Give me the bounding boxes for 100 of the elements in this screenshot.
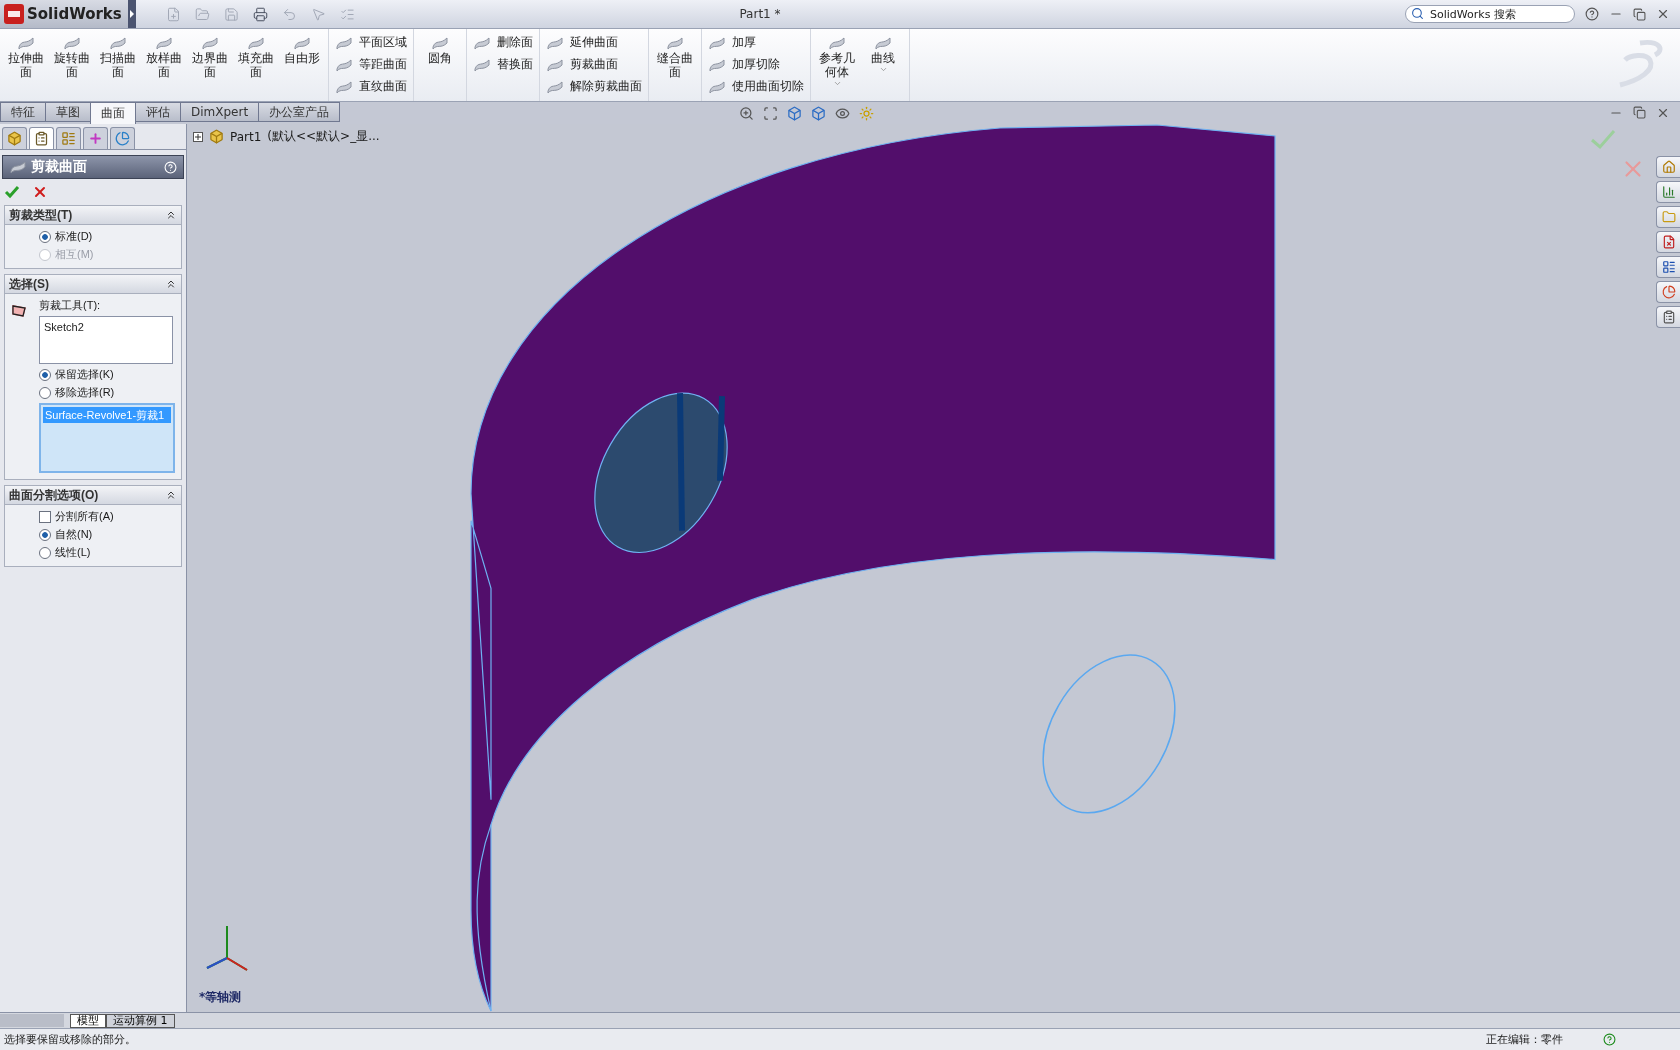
zoom-icon[interactable] <box>739 105 755 121</box>
section-title: 剪裁类型(T) <box>9 206 73 224</box>
list-entry[interactable]: Sketch2 <box>42 319 170 335</box>
caret-icon <box>832 79 842 88</box>
task-pane-tab[interactable] <box>1656 281 1680 303</box>
sheet-icon <box>335 56 353 73</box>
task-pane-tab[interactable] <box>1656 231 1680 253</box>
tool-button[interactable]: 参考几何体 <box>815 33 859 90</box>
sheet-icon <box>666 35 684 51</box>
tool-button[interactable]: 直纹曲面 <box>333 77 409 96</box>
status-message: 选择要保留或移除的部分。 <box>4 1032 137 1047</box>
ribbon-tab[interactable]: DimXpert <box>180 102 260 122</box>
field-label: 剪裁工具(T): <box>39 298 102 313</box>
view-orientation-icon[interactable] <box>811 105 827 121</box>
caret-icon <box>878 65 888 74</box>
part-name[interactable]: Part1 <box>230 129 262 144</box>
radio-indicator[interactable] <box>39 368 51 381</box>
tool-button[interactable]: 自由形 <box>280 33 324 67</box>
task-pane-tab[interactable] <box>1656 256 1680 278</box>
sheet-icon <box>431 35 449 51</box>
help-icon[interactable] <box>1603 1033 1616 1046</box>
bar-chart-icon <box>1661 185 1676 199</box>
radio-indicator[interactable] <box>39 546 51 559</box>
tool-button[interactable]: 填充曲面 <box>234 33 278 81</box>
collapse-icon[interactable] <box>165 209 177 221</box>
tool-button[interactable]: 边界曲面 <box>188 33 232 81</box>
radio-indicator[interactable] <box>39 386 51 399</box>
tool-button[interactable]: 平面区域 <box>333 33 409 52</box>
pie-icon <box>1661 285 1676 299</box>
ribbon-tab[interactable]: 曲面 <box>90 102 136 124</box>
tool-button[interactable]: 扫描曲面 <box>96 33 140 81</box>
sheet-icon <box>155 35 173 51</box>
task-pane-tab[interactable] <box>1656 206 1680 228</box>
tool-button[interactable]: 删除面 <box>471 33 535 52</box>
tool-button[interactable]: 解除剪裁曲面 <box>544 77 644 96</box>
sheet-icon <box>828 35 846 51</box>
radio-option[interactable]: 保留选择(K) <box>39 367 181 382</box>
menu-expand-button[interactable] <box>128 0 136 28</box>
configuration-name: (默认<<默认>_显... <box>267 128 380 145</box>
model-tab[interactable]: 运动算例 1 <box>106 1013 175 1028</box>
sheet-icon <box>17 35 35 51</box>
ribbon-tab[interactable]: 办公室产品 <box>258 102 341 122</box>
checkbox-indicator[interactable] <box>39 510 51 523</box>
radio-option[interactable]: 线性(L) <box>39 545 181 560</box>
ribbon-tab[interactable]: 草图 <box>45 102 91 122</box>
radio-option[interactable]: 自然(N) <box>39 527 181 542</box>
tool-button[interactable]: 曲线 <box>861 33 905 76</box>
app-name: SolidWorks <box>27 5 122 23</box>
tool-button[interactable]: 加厚切除 <box>706 55 806 74</box>
expand-icon[interactable] <box>193 131 203 142</box>
list-icon <box>61 131 76 146</box>
ribbon-tab[interactable]: 评估 <box>135 102 181 122</box>
eye-icon[interactable] <box>835 105 851 121</box>
section-title: 曲面分割选项(O) <box>9 486 99 504</box>
checkbox-option[interactable]: 分割所有(A) <box>39 509 181 524</box>
tool-button[interactable]: 拉伸曲面 <box>4 33 48 81</box>
restore-icon[interactable] <box>1633 7 1646 21</box>
sheet-icon <box>335 34 353 51</box>
tool-button[interactable]: 放样曲面 <box>142 33 186 81</box>
tool-button[interactable]: 使用曲面切除 <box>706 77 806 96</box>
tool-button[interactable]: 剪裁曲面 <box>544 55 644 74</box>
panel-tab[interactable] <box>110 127 135 149</box>
task-pane-tab[interactable] <box>1656 156 1680 178</box>
radio-option[interactable]: 移除选择(R) <box>39 385 181 400</box>
close-icon[interactable] <box>1656 7 1670 21</box>
collapse-icon[interactable] <box>165 489 177 501</box>
tool-button[interactable]: 缝合曲面 <box>653 33 697 81</box>
panel-tab[interactable] <box>83 127 108 149</box>
sheet-icon <box>708 56 726 73</box>
tool-button[interactable]: 加厚 <box>706 33 806 52</box>
restore-icon[interactable] <box>1633 106 1646 119</box>
tool-button[interactable]: 替换面 <box>471 55 535 74</box>
tool-button[interactable]: 延伸曲面 <box>544 33 644 52</box>
ok-icon <box>4 184 20 200</box>
file-icon <box>1661 235 1676 249</box>
zoom-area-icon[interactable] <box>763 105 779 121</box>
selection-list[interactable]: Sketch2 <box>39 316 173 364</box>
sheet-icon <box>473 34 491 51</box>
folder-icon <box>1661 210 1676 224</box>
cancel-icon[interactable] <box>32 184 48 200</box>
radio-option[interactable]: 标准(D) <box>39 229 181 244</box>
help-icon[interactable] <box>1585 7 1599 21</box>
section-title: 选择(S) <box>9 275 49 293</box>
ribbon-tab[interactable]: 特征 <box>0 102 46 122</box>
cube-icon[interactable] <box>787 105 803 121</box>
printer-icon[interactable] <box>253 6 268 22</box>
tool-button[interactable]: 旋转曲面 <box>50 33 94 81</box>
layout-icon <box>1661 260 1676 274</box>
collapse-icon[interactable] <box>165 278 177 290</box>
radio-indicator[interactable] <box>39 230 51 243</box>
task-pane-tab[interactable] <box>1656 306 1680 328</box>
task-pane-tab[interactable] <box>1656 181 1680 203</box>
search-field[interactable]: SolidWorks 搜索 <box>1405 5 1575 23</box>
panel-tab[interactable] <box>29 127 54 149</box>
radio-indicator[interactable] <box>39 528 51 541</box>
tool-button[interactable]: 等距曲面 <box>333 55 409 74</box>
close-icon[interactable] <box>1656 106 1670 120</box>
model-tab[interactable]: 模型 <box>70 1013 106 1028</box>
tool-button[interactable]: 圆角 <box>418 33 462 67</box>
search-icon <box>1411 7 1424 20</box>
